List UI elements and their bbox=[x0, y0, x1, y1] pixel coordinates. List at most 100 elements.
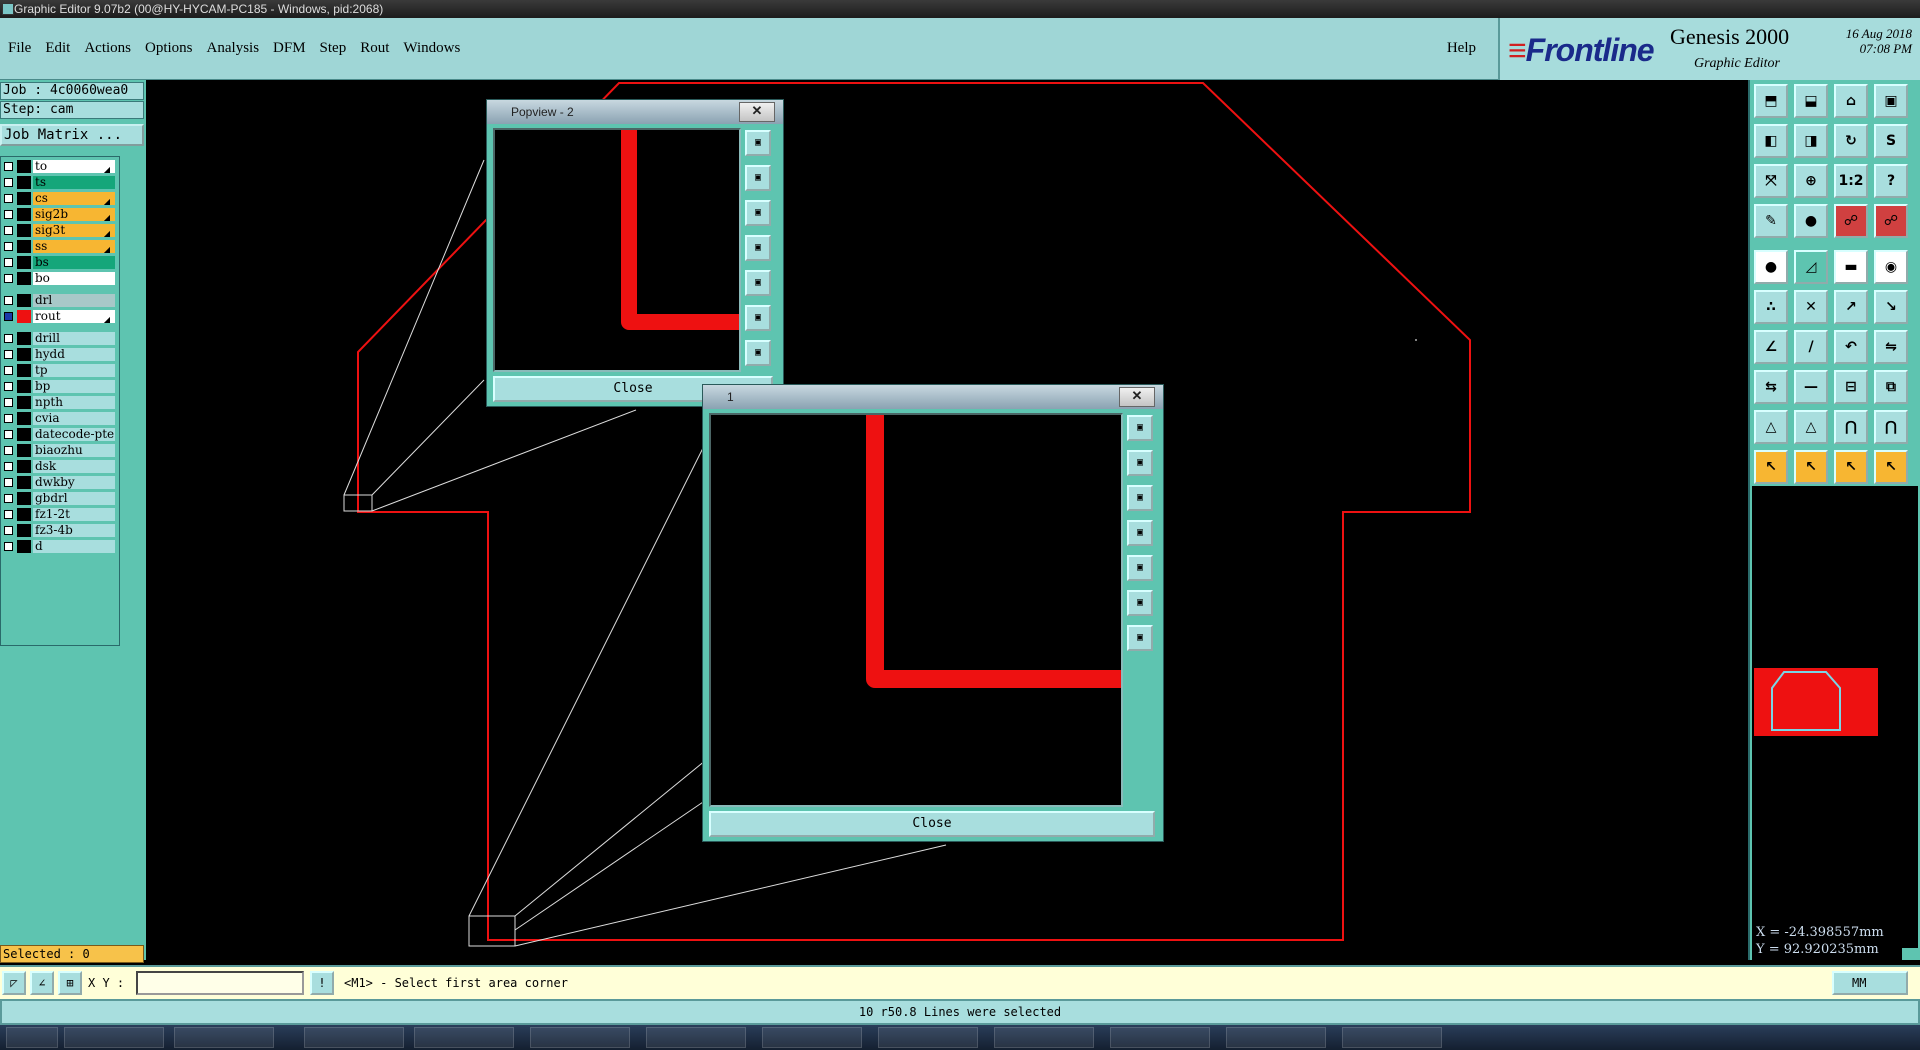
menu-options[interactable]: Options bbox=[145, 40, 193, 57]
copy-icon[interactable]: ⧉ bbox=[1874, 370, 1908, 404]
popview-1-close-button[interactable]: Close bbox=[709, 811, 1155, 837]
popview-2-view[interactable] bbox=[493, 128, 741, 372]
layer-row-cvia[interactable]: cvia bbox=[1, 411, 119, 426]
pan-right-icon[interactable]: ▣ bbox=[1127, 555, 1153, 581]
layer-row-fz1-2t[interactable]: fz1-2t bbox=[1, 507, 119, 522]
taskbar-app-12[interactable] bbox=[1342, 1027, 1442, 1048]
zoom-out-icon[interactable]: ▣ bbox=[1127, 485, 1153, 511]
layer-name[interactable]: npth bbox=[33, 396, 115, 409]
layer-checkbox[interactable] bbox=[4, 178, 13, 187]
layer-name[interactable]: drill bbox=[33, 332, 115, 345]
center-icon[interactable]: ▣ bbox=[745, 340, 771, 366]
connect-icon[interactable]: ∴ bbox=[1754, 290, 1788, 324]
layer-checkbox[interactable] bbox=[4, 194, 13, 203]
taskbar-app-11[interactable] bbox=[1226, 1027, 1326, 1048]
layer-row-hydd[interactable]: hydd bbox=[1, 347, 119, 362]
layer-name[interactable]: bo bbox=[33, 272, 115, 285]
info-icon[interactable]: ! bbox=[310, 971, 334, 995]
zoom-window-icon[interactable]: ▣ bbox=[745, 130, 771, 156]
layer-row-tp[interactable]: tp bbox=[1, 363, 119, 378]
triangle-icon[interactable]: △ bbox=[1754, 410, 1788, 444]
layer-checkbox[interactable] bbox=[4, 312, 13, 321]
layer-checkbox[interactable] bbox=[4, 414, 13, 423]
menu-rout[interactable]: Rout bbox=[360, 40, 389, 57]
layer-color-swatch[interactable] bbox=[17, 444, 31, 457]
layer-name[interactable]: ts bbox=[33, 176, 115, 189]
layer-checkbox[interactable] bbox=[4, 210, 13, 219]
start-button[interactable] bbox=[6, 1027, 58, 1048]
window-icon[interactable]: ▣ bbox=[1874, 84, 1908, 118]
layer-menu-arrow-icon[interactable]: ◢ bbox=[104, 211, 110, 221]
layer-checkbox[interactable] bbox=[4, 382, 13, 391]
line-icon[interactable]: ◿ bbox=[1794, 250, 1828, 284]
layer-row-drl[interactable]: drl bbox=[1, 293, 119, 308]
triangle-outline-icon[interactable]: △ bbox=[1794, 410, 1828, 444]
layer-row-bs[interactable]: bs bbox=[1, 255, 119, 270]
taskbar-app-10[interactable] bbox=[1110, 1027, 1210, 1048]
layer-row-to[interactable]: to ◢ bbox=[1, 159, 119, 174]
layer-color-swatch[interactable] bbox=[17, 428, 31, 441]
taskbar-app-7[interactable] bbox=[762, 1027, 862, 1048]
layer-color-swatch[interactable] bbox=[17, 476, 31, 489]
popview-1-view[interactable] bbox=[709, 413, 1123, 807]
layer-row-bo[interactable]: bo bbox=[1, 271, 119, 286]
menu-step[interactable]: Step bbox=[320, 40, 347, 57]
layer-checkbox[interactable] bbox=[4, 334, 13, 343]
layer-row-datecode-pte[interactable]: datecode-pte bbox=[1, 427, 119, 442]
layer-row-ts[interactable]: ts bbox=[1, 175, 119, 190]
fit-icon[interactable]: ⤧ bbox=[1754, 164, 1788, 198]
center-icon[interactable]: ▣ bbox=[1127, 625, 1153, 651]
layer-checkbox[interactable] bbox=[4, 162, 13, 171]
layer-name[interactable]: d bbox=[33, 540, 115, 553]
layer-color-swatch[interactable] bbox=[17, 524, 31, 537]
layer-color-swatch[interactable] bbox=[17, 396, 31, 409]
layer-name[interactable]: bp bbox=[33, 380, 115, 393]
layer-name[interactable]: hydd bbox=[33, 348, 115, 361]
arc-icon[interactable]: ↶ bbox=[1834, 330, 1868, 364]
slash-icon[interactable]: / bbox=[1794, 330, 1828, 364]
popview-2-titlebar[interactable]: Popview - 2 ✕ bbox=[487, 100, 783, 124]
home-icon[interactable]: ⌂ bbox=[1834, 84, 1868, 118]
angle-icon[interactable]: ∠ bbox=[1754, 330, 1788, 364]
layer-checkbox[interactable] bbox=[4, 258, 13, 267]
layer-menu-arrow-icon[interactable]: ◢ bbox=[104, 313, 110, 323]
pointer-icon[interactable]: ↖ bbox=[1754, 450, 1788, 484]
layer-checkbox[interactable] bbox=[4, 542, 13, 551]
menu-help[interactable]: Help bbox=[1447, 40, 1476, 57]
layer-checkbox[interactable] bbox=[4, 430, 13, 439]
layer-name[interactable]: tp bbox=[33, 364, 115, 377]
pointer-route-icon[interactable]: ↖ bbox=[1874, 450, 1908, 484]
layer-color-swatch[interactable] bbox=[17, 176, 31, 189]
zoom-in-icon[interactable]: ▣ bbox=[1127, 450, 1153, 476]
layer-row-dwkby[interactable]: dwkby bbox=[1, 475, 119, 490]
layer-row-npth[interactable]: npth bbox=[1, 395, 119, 410]
extend-icon[interactable]: ↘ bbox=[1874, 290, 1908, 324]
help-icon[interactable]: ? bbox=[1874, 164, 1908, 198]
popview-1-close-icon[interactable]: ✕ bbox=[1119, 387, 1155, 407]
popview-1-titlebar[interactable]: 1 ✕ bbox=[703, 385, 1163, 409]
layer-name[interactable]: biaozhu bbox=[33, 444, 115, 457]
menu-file[interactable]: File bbox=[8, 40, 31, 57]
netlist-icon[interactable]: ☍ bbox=[1834, 204, 1868, 238]
pan-left-icon[interactable]: ◧ bbox=[1754, 124, 1788, 158]
layer-color-swatch[interactable] bbox=[17, 224, 31, 237]
layer-row-sig2b[interactable]: sig2b ◢ bbox=[1, 207, 119, 222]
layer-name[interactable]: sig2b ◢ bbox=[33, 208, 115, 221]
pan-left-icon[interactable]: ▣ bbox=[745, 235, 771, 261]
layer-row-ss[interactable]: ss ◢ bbox=[1, 239, 119, 254]
grid-mode-icon[interactable]: ⊞ bbox=[58, 971, 82, 995]
zoom-out-icon[interactable]: ▣ bbox=[745, 200, 771, 226]
layer-color-swatch[interactable] bbox=[17, 508, 31, 521]
zoom-in-icon[interactable]: ▣ bbox=[745, 165, 771, 191]
taskbar-app-4[interactable] bbox=[414, 1027, 514, 1048]
zoom-home-icon[interactable]: ⬒ bbox=[1754, 84, 1788, 118]
layer-checkbox[interactable] bbox=[4, 510, 13, 519]
layer-menu-arrow-icon[interactable]: ◢ bbox=[104, 195, 110, 205]
menu-actions[interactable]: Actions bbox=[84, 40, 131, 57]
layer-name[interactable]: gbdrl bbox=[33, 492, 115, 505]
arch-cut-icon[interactable]: ⋂ bbox=[1874, 410, 1908, 444]
layer-checkbox[interactable] bbox=[4, 226, 13, 235]
layer-color-swatch[interactable] bbox=[17, 240, 31, 253]
layer-color-swatch[interactable] bbox=[17, 380, 31, 393]
layer-color-swatch[interactable] bbox=[17, 310, 31, 323]
